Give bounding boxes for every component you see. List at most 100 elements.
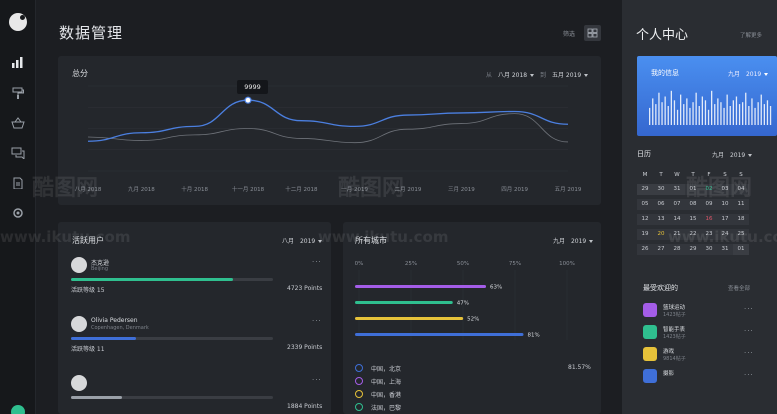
points-value: 1884 Points xyxy=(287,403,323,410)
cities-month-picker[interactable]: 九月 2019 xyxy=(553,236,594,245)
learn-more-link[interactable]: 了解更多 xyxy=(740,31,762,39)
axis-tick-label: 50% xyxy=(457,261,469,267)
x-tick-label: 十二月 2018 xyxy=(285,185,318,193)
month-value: 九月 xyxy=(553,238,566,245)
series-line xyxy=(87,113,569,144)
more-options-icon[interactable]: ··· xyxy=(312,376,322,384)
info-bar xyxy=(760,94,762,125)
calendar-day[interactable]: 17 xyxy=(717,214,733,225)
progress-track xyxy=(71,278,273,281)
info-bar xyxy=(683,104,685,125)
calendar-day[interactable]: 20 xyxy=(653,229,669,240)
year-value: 2019 xyxy=(729,152,746,159)
info-bar xyxy=(676,109,679,125)
basket-icon[interactable] xyxy=(11,117,25,129)
year-value: 2019 xyxy=(299,238,316,245)
calendar-day[interactable]: 14 xyxy=(669,214,685,225)
city-marker-icon xyxy=(355,403,363,411)
favorite-subtitle: 9814帖子 xyxy=(663,356,686,362)
progress-track xyxy=(71,396,273,399)
calendar-day[interactable]: 13 xyxy=(653,214,669,225)
my-info-month-picker[interactable]: 九月 2019 xyxy=(728,69,769,78)
progress-fill xyxy=(71,278,233,281)
info-bar xyxy=(769,106,772,125)
filter-button[interactable] xyxy=(584,25,601,41)
favorite-name[interactable]: 篮球运动 xyxy=(663,303,685,311)
info-bar xyxy=(689,107,691,125)
calendar-day[interactable]: 06 xyxy=(653,199,669,210)
more-options-icon[interactable]: ··· xyxy=(312,258,322,266)
paint-roller-icon[interactable] xyxy=(11,87,25,99)
status-dot[interactable] xyxy=(11,405,25,414)
calendar-day[interactable]: 29 xyxy=(637,184,653,195)
more-options-icon[interactable]: ··· xyxy=(744,349,754,357)
watermark-url: www.ikutu.com xyxy=(668,228,777,246)
bar-chart-icon[interactable] xyxy=(11,56,25,68)
city-name: 中国，北京 xyxy=(371,366,402,373)
weekday-label: W xyxy=(674,172,680,178)
filter-label[interactable]: 筛选 xyxy=(563,29,575,38)
camera-icon xyxy=(643,369,657,383)
settings-icon[interactable] xyxy=(11,207,25,219)
city-name: 中国，上海 xyxy=(371,379,402,386)
info-bar xyxy=(707,109,710,125)
level-label: 活跃等级 15 xyxy=(71,287,105,294)
info-bar xyxy=(723,107,725,125)
info-bar xyxy=(735,96,738,125)
watermark: 酷图网 xyxy=(338,176,405,201)
favorite-name[interactable]: 游戏 xyxy=(663,347,674,355)
calendar-day[interactable]: 30 xyxy=(653,184,669,195)
highlight-point[interactable] xyxy=(244,96,252,104)
calendar-day[interactable]: 05 xyxy=(637,199,653,210)
calendar-day[interactable]: 31 xyxy=(669,184,685,195)
level-label: 活跃等级 11 xyxy=(71,346,105,353)
bar-value-label: 63% xyxy=(490,285,502,291)
series-line xyxy=(87,99,569,142)
more-options-icon[interactable]: ··· xyxy=(744,305,754,313)
chevron-down-icon xyxy=(764,73,769,76)
avatar xyxy=(71,257,87,273)
progress-track xyxy=(71,337,273,340)
city-bar xyxy=(355,317,464,320)
info-bar xyxy=(766,100,769,125)
more-options-icon[interactable]: ··· xyxy=(744,327,754,335)
calendar-day[interactable]: 15 xyxy=(685,214,701,225)
my-info-title: 我的信息 xyxy=(651,69,679,77)
axis-tick-label: 25% xyxy=(405,261,417,267)
points-value: 4723 Points xyxy=(287,285,323,292)
chat-icon[interactable] xyxy=(11,147,25,161)
favorite-subtitle: 1423帖子 xyxy=(663,334,686,340)
app-logo[interactable] xyxy=(9,13,27,31)
favorite-name[interactable]: 智能手表 xyxy=(663,325,685,333)
active-users-month-picker[interactable]: 八月 2019 xyxy=(282,236,323,245)
page-title: 数据管理 xyxy=(59,24,124,42)
info-bar xyxy=(701,96,703,125)
more-options-icon[interactable]: ··· xyxy=(312,317,322,325)
info-bar xyxy=(698,106,700,125)
bar-value-label: 47% xyxy=(457,301,469,307)
calendar-day[interactable]: 19 xyxy=(637,229,653,240)
info-bar xyxy=(711,90,713,125)
calendar-day[interactable]: 27 xyxy=(653,244,669,255)
city-bar xyxy=(355,301,453,304)
info-bar xyxy=(726,94,728,125)
more-options-icon[interactable]: ··· xyxy=(744,371,754,379)
info-bar xyxy=(661,102,663,125)
user-name[interactable]: Olivia Pedersen xyxy=(91,317,138,324)
info-bar xyxy=(729,106,731,125)
view-all-link[interactable]: 查看全部 xyxy=(728,284,750,292)
calendar-day[interactable]: 07 xyxy=(669,199,685,210)
x-tick-label: 十一月 2018 xyxy=(232,185,265,193)
document-icon[interactable] xyxy=(11,177,25,190)
calendar-day[interactable]: 18 xyxy=(733,214,749,225)
info-bar xyxy=(714,104,716,125)
avatar xyxy=(71,316,87,332)
info-bar xyxy=(763,104,765,125)
calendar-day[interactable]: 26 xyxy=(637,244,653,255)
calendar-day[interactable]: 12 xyxy=(637,214,653,225)
info-bar xyxy=(757,102,759,125)
calendar-month-picker[interactable]: 九月 2019 xyxy=(712,150,753,159)
calendar-day[interactable]: 16 xyxy=(701,214,717,225)
favorite-name[interactable]: 摄影 xyxy=(663,369,674,377)
info-bar xyxy=(658,92,660,125)
